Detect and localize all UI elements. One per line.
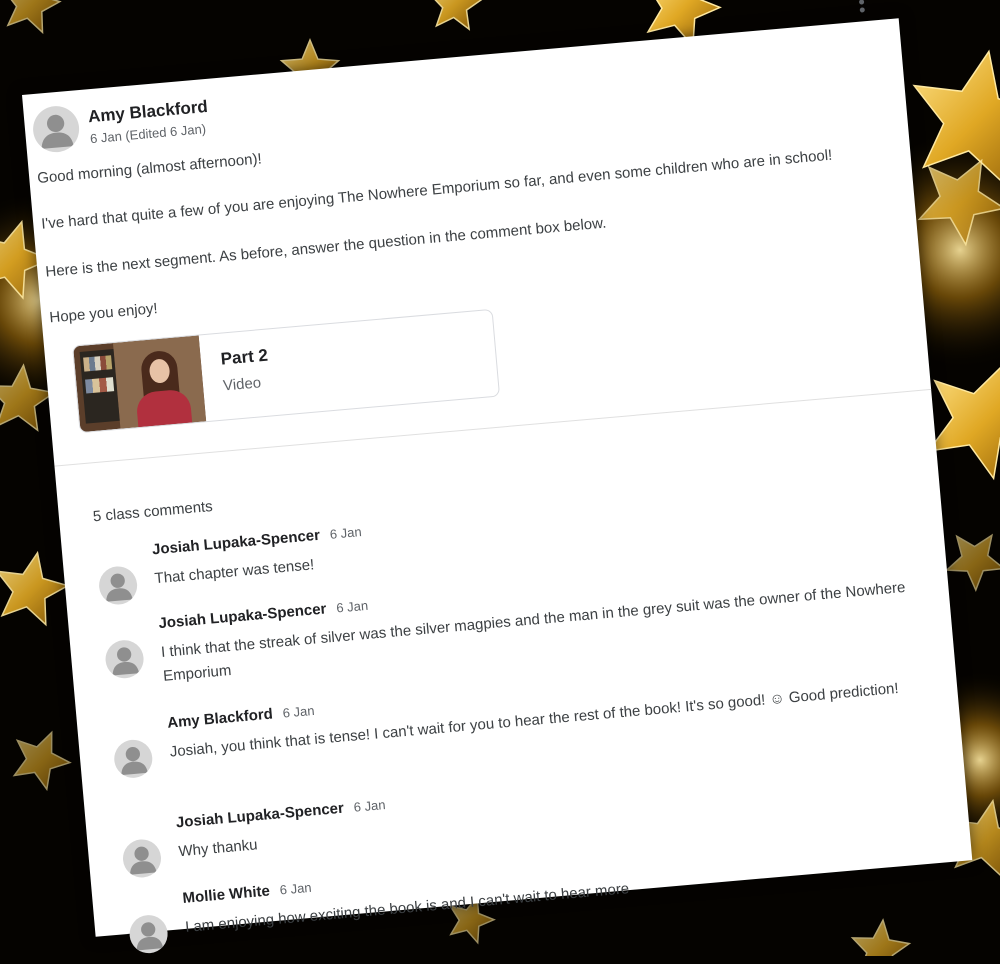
commenter-avatar [97,564,139,607]
commenter-name: Mollie White [181,882,271,908]
attachment-title[interactable]: Part 2 [220,346,269,370]
post-card: Amy Blackford 6 Jan (Edited 6 Jan) Good … [22,0,973,955]
video-attachment[interactable]: Part 2 Video [72,308,501,434]
video-thumbnail[interactable] [73,335,207,433]
more-vert-icon[interactable] [844,0,879,19]
post-author-avatar [31,104,82,155]
attachment-type: Video [222,374,262,395]
commenter-avatar [112,738,154,780]
comment-date: 6 Jan [335,597,369,616]
comment-date: 6 Jan [353,797,387,815]
commenter-name: Josiah Lupaka-Spencer [175,799,345,832]
comment-date: 6 Jan [279,879,313,898]
commenter-avatar [103,638,146,680]
post-text-line: Good morning (almost afternoon)! [36,150,263,187]
commenter-avatar [128,913,170,955]
comments-count[interactable]: 5 class comments [92,498,213,525]
comment-date: 6 Jan [282,702,316,721]
comment-date: 6 Jan [329,524,363,542]
post-text-line: Hope you enjoy! [48,300,159,327]
commenter-name: Josiah Lupaka-Spencer [157,600,328,633]
commenter-avatar [121,837,163,880]
commenter-name: Amy Blackford [166,705,274,732]
commenter-name: Josiah Lupaka-Spencer [151,526,321,559]
